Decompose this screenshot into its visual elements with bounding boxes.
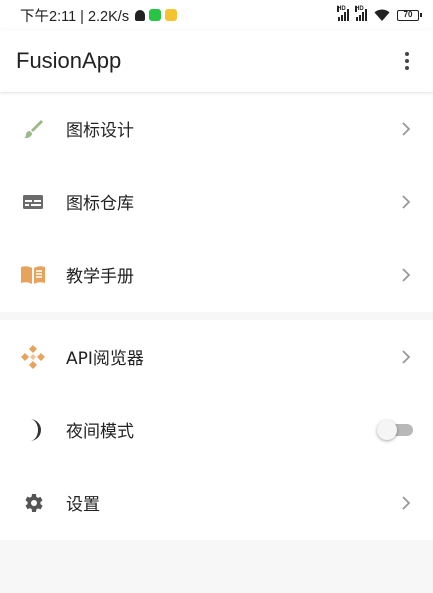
chevron-right-icon bbox=[399, 495, 413, 510]
bell-icon bbox=[135, 9, 146, 21]
chevron-right-icon bbox=[399, 349, 413, 364]
notification-icon bbox=[165, 9, 178, 21]
battery-icon: 70 bbox=[397, 9, 422, 21]
status-left: 下午2:11 | 2.2K/s bbox=[20, 5, 178, 26]
app-toolbar: FusionApp bbox=[0, 30, 433, 92]
more-options-icon[interactable] bbox=[397, 49, 417, 73]
signal-hd-label: HD bbox=[337, 6, 346, 12]
menu-item-api-viewer[interactable]: API阅览器 bbox=[0, 320, 433, 393]
menu-item-settings[interactable]: 设置 bbox=[0, 466, 433, 539]
app-title: FusionApp bbox=[16, 48, 122, 73]
wechat-icon bbox=[149, 9, 162, 21]
gear-icon bbox=[20, 490, 46, 516]
status-time-speed: 下午2:11 | 2.2K/s bbox=[20, 8, 130, 25]
menu-item-label: API阅览器 bbox=[66, 349, 144, 369]
signal-hd-label-2: HD bbox=[355, 6, 364, 12]
menu-item-icon-repository[interactable]: 图标仓库 bbox=[0, 165, 433, 238]
menu-item-tutorial[interactable]: 教学手册 bbox=[0, 238, 433, 311]
book-icon bbox=[20, 262, 46, 288]
status-right: HD HD 70 bbox=[337, 6, 422, 21]
signal-icon-2: HD bbox=[355, 6, 367, 21]
diamond-icon bbox=[20, 344, 46, 370]
menu-item-label: 夜间模式 bbox=[66, 422, 134, 442]
menu-item-label: 图标仓库 bbox=[66, 194, 134, 214]
card-icon bbox=[20, 189, 46, 215]
menu-item-label: 设置 bbox=[66, 495, 100, 515]
chevron-right-icon bbox=[399, 121, 413, 136]
menu-item-label: 图标设计 bbox=[66, 121, 134, 141]
moon-icon bbox=[20, 417, 46, 443]
signal-icon: HD bbox=[337, 6, 349, 21]
status-bar: 下午2:11 | 2.2K/s HD HD 70 bbox=[0, 0, 433, 30]
brush-icon bbox=[20, 116, 46, 142]
wifi-icon bbox=[374, 9, 390, 21]
night-mode-toggle[interactable] bbox=[377, 419, 413, 440]
menu-group-1: 图标设计 图标仓库 教学手册 bbox=[0, 92, 433, 312]
chevron-right-icon bbox=[399, 194, 413, 209]
menu-group-2: API阅览器 夜间模式 设置 bbox=[0, 320, 433, 540]
chevron-right-icon bbox=[399, 267, 413, 282]
menu-item-night-mode: 夜间模式 bbox=[0, 393, 433, 466]
menu-item-icon-design[interactable]: 图标设计 bbox=[0, 92, 433, 165]
menu-item-label: 教学手册 bbox=[66, 267, 134, 287]
